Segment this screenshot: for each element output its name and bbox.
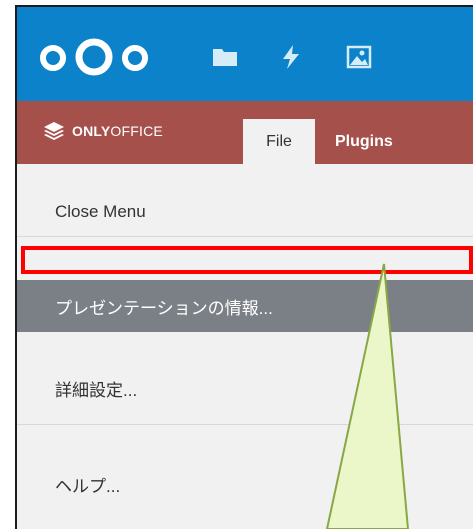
- onlyoffice-layers-icon: [44, 122, 64, 140]
- onlyoffice-brand: ONLYOFFICE: [43, 119, 163, 143]
- menu-item-help[interactable]: ヘルプ...: [17, 456, 473, 512]
- lightning-icon[interactable]: [278, 44, 304, 70]
- tab-plugins[interactable]: Plugins: [335, 119, 393, 164]
- brand-prefix: ONLY: [72, 123, 111, 139]
- onlyoffice-ribbon: ONLYOFFICE File Plugins: [17, 101, 473, 164]
- nextcloud-top-bar: [17, 7, 473, 101]
- brand-suffix: OFFICE: [110, 123, 163, 139]
- image-icon[interactable]: [346, 44, 372, 70]
- red-highlight-box: [21, 246, 473, 274]
- file-menu: Close Menu プレゼンテーションの情報... 詳細設定... ヘルプ..…: [17, 164, 473, 529]
- menu-divider: [17, 236, 473, 237]
- menu-divider: [17, 424, 473, 425]
- folder-icon[interactable]: [212, 44, 238, 70]
- menu-item-advanced-settings[interactable]: 詳細設定...: [17, 360, 473, 416]
- tab-file[interactable]: File: [243, 119, 315, 164]
- menu-item-close-menu[interactable]: Close Menu: [17, 184, 473, 240]
- menu-item-presentation-info[interactable]: プレゼンテーションの情報...: [17, 280, 473, 332]
- nextcloud-logo-icon[interactable]: [39, 37, 154, 77]
